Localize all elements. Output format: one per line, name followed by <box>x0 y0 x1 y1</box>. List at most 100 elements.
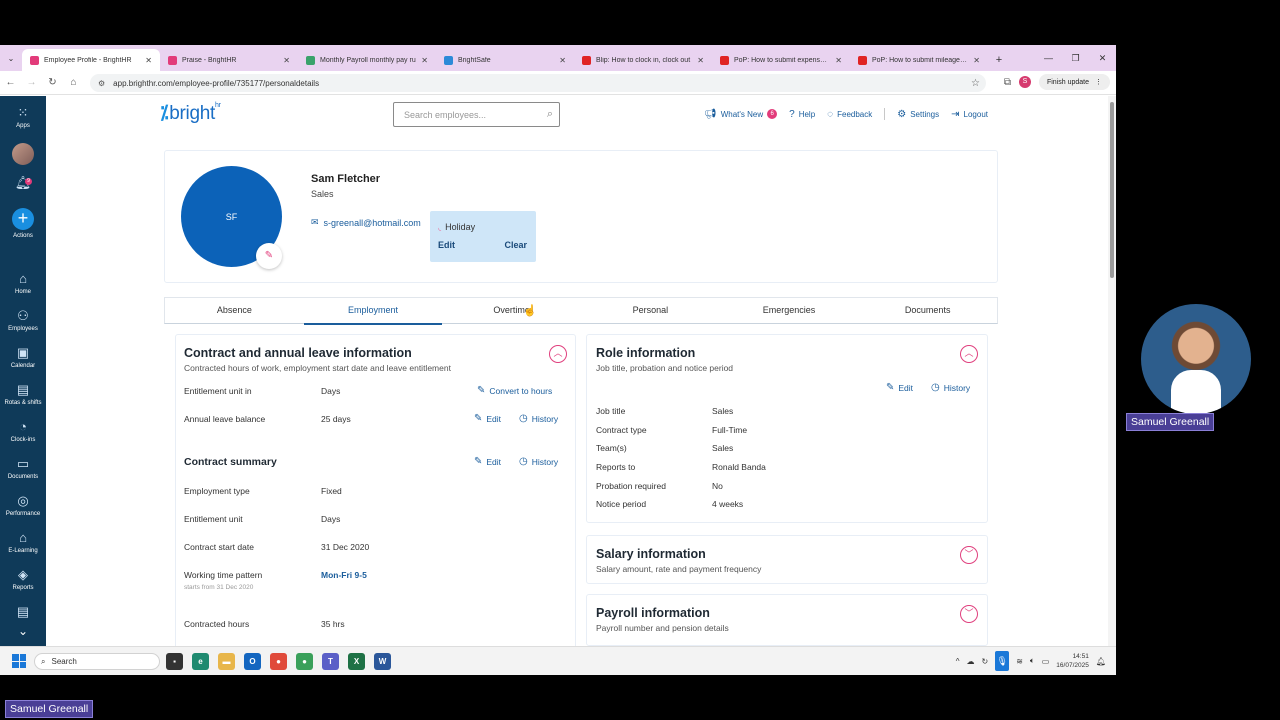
browser-tab[interactable]: Blip: How to clock in, clock out ✕ <box>574 49 712 71</box>
whats-new-link[interactable]: 📢︎ What's New 6 <box>704 109 778 120</box>
browser-tab[interactable]: BrightSafe ✕ <box>436 49 574 71</box>
settings-link[interactable]: ⚙ Settings <box>897 109 939 120</box>
user-avatar[interactable] <box>12 143 34 165</box>
rail-item-more[interactable]: ▤ <box>0 605 46 622</box>
rail-item-documents[interactable]: ▭ Documents <box>0 457 46 481</box>
forward-icon[interactable]: → <box>21 77 42 88</box>
chevron-down-icon[interactable]: ﹀ <box>960 605 978 623</box>
tab-employment[interactable]: Employment <box>303 298 443 325</box>
logout-link[interactable]: ⇥ Logout <box>951 109 988 120</box>
payroll-panel[interactable]: Payroll information Payroll number and p… <box>586 594 988 646</box>
tab-documents[interactable]: Documents <box>858 298 997 323</box>
back-icon[interactable]: ← <box>0 77 21 88</box>
chevron-down-icon[interactable]: ⌄ <box>0 624 46 638</box>
edit-contract-button[interactable]: ✎ Edit <box>474 456 501 467</box>
actions-plus-icon[interactable]: + <box>12 208 34 230</box>
restore-icon[interactable]: ❐ <box>1062 45 1089 71</box>
leave-history-button[interactable]: ◷ History <box>519 413 558 424</box>
close-tab-icon[interactable]: ✕ <box>835 56 842 65</box>
rail-item-notifications[interactable]: 🔔︎ <box>0 176 46 193</box>
tab-emergencies[interactable]: Emergencies <box>720 298 859 323</box>
browser-tab[interactable]: Praise - BrightHR ✕ <box>160 49 298 71</box>
close-tab-icon[interactable]: ✕ <box>145 56 152 65</box>
finish-update-button[interactable]: Finish update ⋮ <box>1038 74 1110 90</box>
task-view-icon[interactable]: ▪ <box>166 653 183 670</box>
rail-item-calendar[interactable]: ▣ Calendar <box>0 346 46 370</box>
close-tab-icon[interactable]: ✕ <box>421 56 428 65</box>
rail-item-actions[interactable]: Actions <box>0 233 46 239</box>
edit-role-button[interactable]: ✎ Edit <box>886 382 913 393</box>
extensions-icon[interactable]: ⧉ <box>1004 77 1011 88</box>
scrollbar-thumb[interactable] <box>1110 102 1114 278</box>
chevron-down-icon[interactable]: ﹀ <box>960 546 978 564</box>
close-tab-icon[interactable]: ✕ <box>973 56 980 65</box>
rail-item-home[interactable]: ⌂ Home <box>0 272 46 296</box>
minimize-icon[interactable]: — <box>1035 45 1062 71</box>
tab-personal[interactable]: Personal <box>581 298 720 323</box>
notifications-icon[interactable]: 🔔︎ <box>1096 657 1106 666</box>
brighthr-logo[interactable]: ⁒brighthr <box>160 102 221 125</box>
chrome-profile-icon[interactable]: ● <box>296 653 313 670</box>
pencil-icon: ✎ <box>886 382 895 393</box>
taskbar-search-input[interactable]: ⌕ Search <box>34 653 160 670</box>
convert-to-hours-button[interactable]: ✎ Convert to hours <box>477 385 552 396</box>
salary-panel[interactable]: Salary information Salary amount, rate a… <box>586 535 988 584</box>
teams-icon[interactable]: T <box>322 653 339 670</box>
volume-icon[interactable]: 🔈︎ <box>1030 656 1035 666</box>
rail-item-rotas[interactable]: ▤ Rotas & shifts <box>0 383 46 407</box>
edit-leave-button[interactable]: ✎ Edit <box>474 413 501 424</box>
browser-tab[interactable]: Monthly Payroll monthly pay ru ✕ <box>298 49 436 71</box>
chevron-up-icon[interactable]: ︿ <box>549 345 567 363</box>
feedback-link[interactable]: ◌ Feedback <box>827 109 872 120</box>
clear-status-button[interactable]: Clear <box>504 240 527 250</box>
rail-item-apps[interactable]: ⁙ Apps <box>0 106 46 130</box>
contract-history-button[interactable]: ◷ History <box>519 456 558 467</box>
file-explorer-icon[interactable]: ▬ <box>218 653 235 670</box>
page-scrollbar[interactable] <box>1108 96 1116 646</box>
edge-icon[interactable]: e <box>192 653 209 670</box>
tab-search-dropdown-icon[interactable]: ⌄ <box>0 45 22 71</box>
rail-item-e-learning[interactable]: ⌂ E-Learning <box>0 531 46 555</box>
battery-icon[interactable]: ▭ <box>1042 657 1050 666</box>
chevron-up-icon[interactable]: ︿ <box>960 345 978 363</box>
word-icon[interactable]: W <box>374 653 391 670</box>
edit-avatar-pencil-icon[interactable]: ✎ <box>256 243 282 269</box>
url-field[interactable]: ⚙ app.brighthr.com/employee-profile/7351… <box>90 74 986 92</box>
tab-overtime[interactable]: Overtime <box>442 298 581 323</box>
search-icon[interactable]: ⌕ <box>547 108 553 121</box>
site-info-icon[interactable]: ⚙ <box>98 79 105 88</box>
close-window-icon[interactable]: ✕ <box>1089 45 1116 71</box>
edit-status-button[interactable]: Edit <box>438 240 455 250</box>
rail-item-clock-ins[interactable]: ◔ Clock-ins <box>0 420 46 444</box>
new-tab-button[interactable]: + <box>988 49 1010 71</box>
rail-item-reports[interactable]: ◈ Reports <box>0 568 46 592</box>
close-tab-icon[interactable]: ✕ <box>283 56 290 65</box>
onedrive-icon[interactable]: ☁ <box>967 657 975 666</box>
employee-search-input[interactable]: Search employees... ⌕ <box>393 102 560 127</box>
browser-tab[interactable]: PoP: How to submit expenses ( ✕ <box>712 49 850 71</box>
help-link[interactable]: ? Help <box>789 109 815 120</box>
close-tab-icon[interactable]: ✕ <box>559 56 566 65</box>
role-history-button[interactable]: ◷ History <box>931 382 970 393</box>
wifi-icon[interactable]: ≋ <box>1016 657 1023 666</box>
excel-icon[interactable]: X <box>348 653 365 670</box>
windows-start-icon[interactable] <box>12 654 26 668</box>
bookmark-star-icon[interactable]: ☆ <box>971 78 980 89</box>
browser-tab[interactable]: PoP: How to submit mileage (U ✕ <box>850 49 988 71</box>
browser-profile-avatar[interactable]: S <box>1018 76 1031 88</box>
chevron-up-icon[interactable]: ^ <box>956 657 960 666</box>
home-icon[interactable]: ⌂ <box>63 77 84 88</box>
tab-absence[interactable]: Absence <box>165 298 304 323</box>
close-tab-icon[interactable]: ✕ <box>697 56 704 65</box>
employee-email-link[interactable]: ✉ s-greenall@hotmail.com <box>311 217 421 228</box>
rail-item-employees[interactable]: ⚇ Employees <box>0 309 46 333</box>
reload-icon[interactable]: ↻ <box>42 77 63 88</box>
chrome-icon[interactable]: ● <box>270 653 287 670</box>
microphone-icon[interactable]: 🎙︎ <box>995 651 1010 671</box>
browser-tab[interactable]: Employee Profile - BrightHR ✕ <box>22 49 160 71</box>
outlook-icon[interactable]: O <box>244 653 261 670</box>
taskbar-clock[interactable]: 14:51 16/07/2025 <box>1056 652 1089 670</box>
sync-icon[interactable]: ↻ <box>982 657 989 666</box>
rail-item-performance[interactable]: ◎ Performance <box>0 494 46 518</box>
working-pattern-link[interactable]: Mon-Fri 9-5 <box>321 570 367 580</box>
